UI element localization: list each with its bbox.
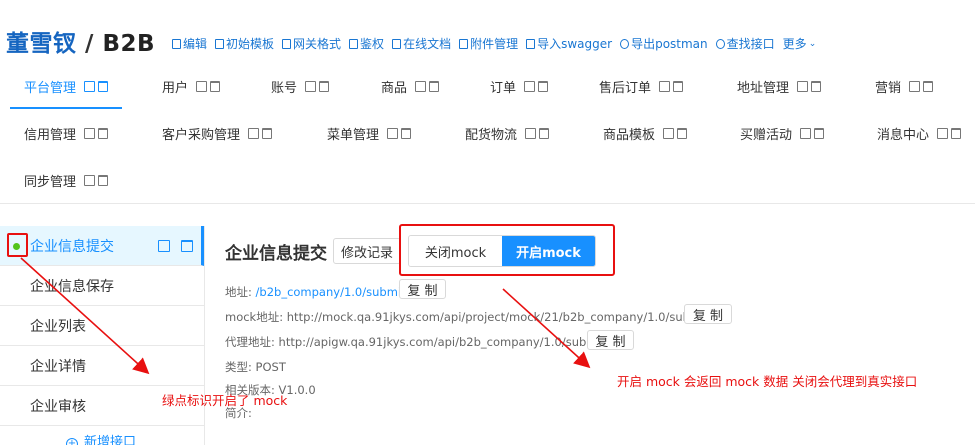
dot-arrow — [20, 257, 150, 375]
mock-annotation: 开启 mock 会返回 mock 数据 关闭会代理到真实接口 — [617, 374, 918, 389]
dot-annotation: 绿点标识开启了 mock — [162, 393, 288, 408]
mock-arrow — [502, 288, 591, 369]
